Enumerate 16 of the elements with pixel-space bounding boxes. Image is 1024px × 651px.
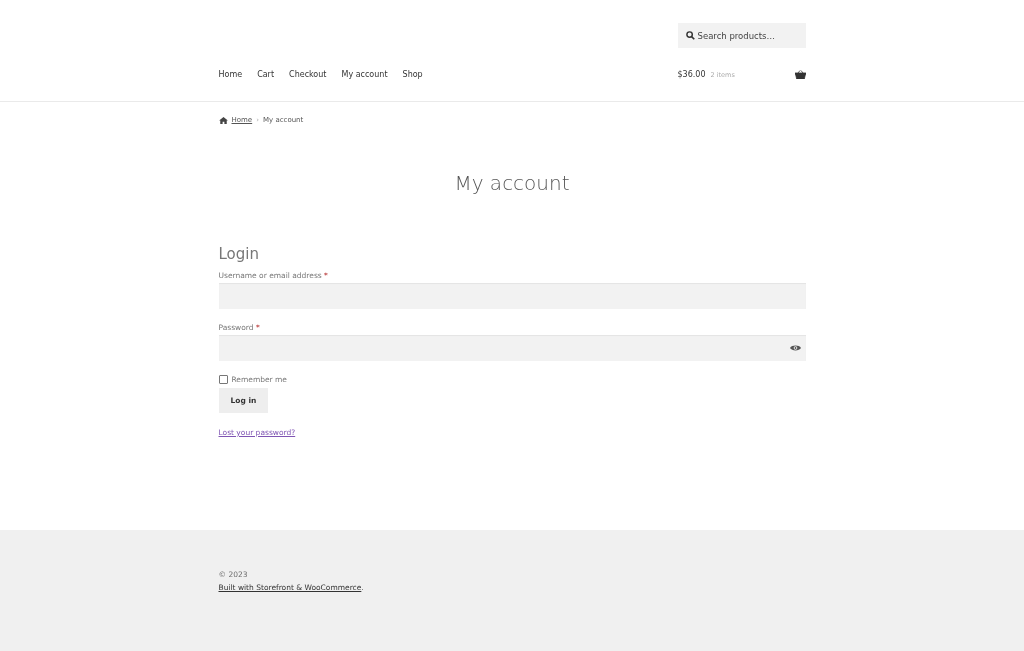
nav-link[interactable]: Cart bbox=[257, 70, 275, 79]
nav-link[interactable]: Checkout bbox=[289, 70, 327, 79]
search-field[interactable]: Search products… bbox=[677, 23, 806, 48]
eye-icon[interactable] bbox=[789, 344, 801, 352]
password-field[interactable] bbox=[218, 335, 806, 361]
home-icon bbox=[218, 116, 228, 124]
username-field[interactable] bbox=[218, 283, 806, 309]
nav-link[interactable]: My account bbox=[341, 70, 388, 79]
page-title: My account bbox=[453, 173, 571, 193]
cart-total[interactable]: $36.00 bbox=[677, 70, 706, 79]
search-icon bbox=[685, 31, 695, 40]
nav-link[interactable]: Shop bbox=[402, 70, 423, 79]
nav-link[interactable]: Home bbox=[218, 70, 243, 79]
login-heading: Login bbox=[218, 247, 260, 262]
basket-icon[interactable] bbox=[794, 70, 806, 79]
remember-checkbox[interactable] bbox=[218, 375, 228, 384]
